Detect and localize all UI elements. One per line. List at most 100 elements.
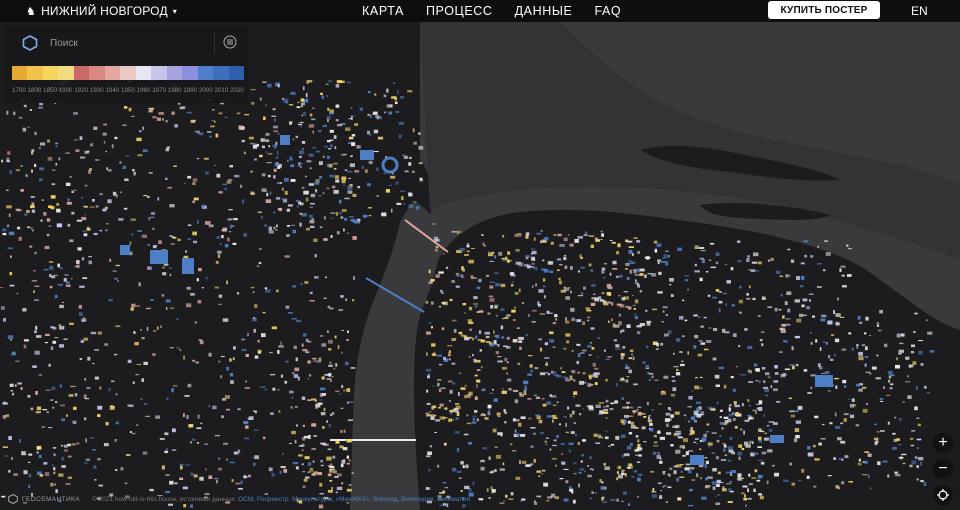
building[interactable] — [600, 239, 603, 241]
building[interactable] — [605, 405, 609, 408]
building[interactable] — [645, 309, 648, 312]
building[interactable] — [825, 371, 830, 374]
building[interactable] — [788, 274, 791, 277]
building[interactable] — [6, 160, 11, 163]
building[interactable] — [790, 259, 795, 263]
building[interactable] — [328, 148, 332, 150]
building[interactable] — [842, 379, 847, 384]
building[interactable] — [929, 350, 935, 353]
building[interactable] — [292, 285, 296, 288]
building[interactable] — [57, 283, 63, 286]
building[interactable] — [625, 379, 629, 383]
building[interactable] — [536, 470, 542, 473]
building[interactable] — [472, 417, 476, 421]
building[interactable] — [138, 282, 141, 287]
building[interactable] — [292, 462, 299, 465]
building[interactable] — [641, 413, 646, 415]
building[interactable] — [506, 336, 510, 340]
building[interactable] — [311, 218, 315, 220]
building[interactable] — [43, 268, 49, 271]
building[interactable] — [888, 374, 895, 377]
building[interactable] — [553, 439, 557, 442]
building[interactable] — [343, 218, 348, 221]
building[interactable] — [622, 454, 625, 458]
building[interactable] — [321, 376, 325, 380]
building[interactable] — [654, 248, 658, 253]
building[interactable] — [841, 348, 847, 351]
building[interactable] — [604, 466, 610, 470]
building[interactable] — [539, 313, 545, 315]
building[interactable] — [748, 473, 751, 477]
building[interactable] — [4, 455, 9, 457]
building[interactable] — [808, 452, 814, 457]
building[interactable] — [547, 261, 554, 265]
building[interactable] — [273, 130, 278, 133]
building[interactable] — [898, 457, 904, 459]
building[interactable] — [138, 130, 142, 133]
building[interactable] — [50, 346, 54, 350]
building[interactable] — [788, 397, 793, 400]
building[interactable] — [337, 473, 342, 477]
building[interactable] — [98, 331, 102, 335]
building[interactable] — [117, 280, 120, 282]
building[interactable] — [867, 453, 872, 458]
building[interactable] — [218, 112, 223, 115]
building[interactable] — [497, 360, 503, 363]
building[interactable] — [636, 408, 639, 411]
building[interactable] — [625, 263, 630, 266]
building[interactable] — [664, 418, 670, 422]
building[interactable] — [669, 467, 673, 470]
building[interactable] — [565, 431, 569, 434]
building[interactable] — [757, 474, 763, 479]
building[interactable] — [911, 430, 916, 432]
building[interactable] — [577, 353, 581, 358]
building[interactable] — [750, 269, 756, 272]
building[interactable] — [814, 458, 820, 461]
building[interactable] — [754, 469, 758, 473]
building[interactable] — [63, 338, 68, 340]
building[interactable] — [901, 453, 907, 456]
building[interactable] — [179, 477, 184, 480]
building[interactable] — [456, 448, 460, 452]
building[interactable] — [542, 278, 546, 282]
building[interactable] — [468, 306, 473, 311]
building[interactable] — [442, 482, 447, 484]
building[interactable] — [533, 237, 536, 241]
building[interactable] — [511, 309, 516, 313]
building[interactable] — [464, 384, 467, 387]
building[interactable] — [304, 175, 307, 178]
building[interactable] — [685, 451, 689, 456]
building[interactable] — [29, 245, 33, 248]
building[interactable] — [628, 246, 634, 248]
building[interactable] — [628, 369, 632, 374]
building[interactable] — [880, 430, 885, 432]
building[interactable] — [815, 339, 818, 343]
building[interactable] — [603, 277, 606, 279]
building[interactable] — [61, 456, 64, 461]
building[interactable] — [314, 181, 320, 185]
building[interactable] — [294, 439, 297, 444]
building[interactable] — [670, 393, 676, 397]
building[interactable] — [296, 106, 301, 109]
building[interactable] — [875, 377, 881, 380]
building[interactable] — [489, 281, 496, 283]
building[interactable] — [322, 442, 326, 446]
building[interactable] — [653, 441, 658, 444]
building[interactable] — [476, 369, 481, 371]
building[interactable] — [744, 494, 746, 498]
building[interactable] — [841, 274, 845, 277]
building[interactable] — [488, 295, 494, 298]
building[interactable] — [471, 415, 478, 417]
building[interactable] — [229, 231, 232, 233]
building[interactable] — [435, 249, 438, 252]
building[interactable] — [907, 395, 912, 399]
building[interactable] — [722, 488, 727, 492]
building[interactable] — [335, 84, 340, 88]
building[interactable] — [628, 464, 633, 469]
building[interactable] — [22, 308, 27, 312]
building[interactable] — [662, 306, 668, 309]
building[interactable] — [11, 392, 15, 396]
building[interactable] — [452, 382, 456, 385]
building[interactable] — [724, 454, 728, 457]
building[interactable] — [32, 365, 37, 368]
